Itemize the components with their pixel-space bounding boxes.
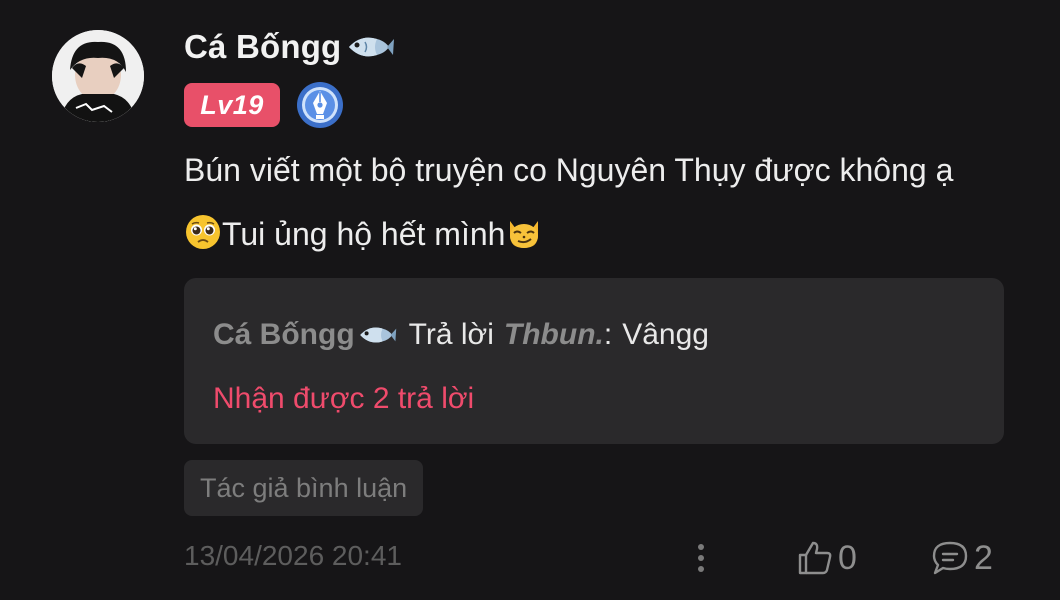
reply-preview[interactable]: Cá Bốngg Trả lời Thbun. : Vângg Nhận đượ… — [184, 278, 1004, 444]
reply-author[interactable]: Cá Bốngg — [213, 318, 355, 352]
reply-message: Vângg — [622, 318, 709, 351]
author-row: Cá Bốngg — [184, 24, 1004, 70]
reply-colon: : — [603, 318, 613, 351]
comment-content: Cá Bốngg Lv19 Bún viết một bộ truyện co … — [184, 24, 1004, 266]
pleading-face-emoji-icon — [186, 215, 220, 249]
smirking-cat-emoji-icon — [510, 221, 539, 248]
comment-text-part1: Bún viết một bộ truyện co Nguyên Thụy đư… — [184, 152, 954, 188]
thumbs-up-icon — [798, 541, 832, 575]
like-button[interactable]: 0 — [796, 536, 857, 580]
view-replies-link[interactable]: Nhận được 2 trả lời — [213, 382, 474, 416]
fish-emoji-icon — [359, 327, 396, 343]
reply-target-user[interactable]: Thbun. — [504, 318, 604, 352]
comment-text-part2: Tui ủng hộ hết mình — [222, 216, 506, 252]
author-comment-tag: Tác giả bình luận — [184, 460, 424, 516]
badge-row: Lv19 — [184, 82, 1004, 128]
reply-verb: Trả lời — [408, 318, 494, 351]
author-name[interactable]: Cá Bốngg — [184, 28, 341, 66]
avatar[interactable] — [52, 30, 144, 122]
level-badge: Lv19 — [184, 83, 280, 127]
reply-count: 2 — [974, 538, 993, 577]
like-count: 0 — [838, 538, 857, 577]
reply-button[interactable]: 2 — [930, 536, 993, 580]
reply-preview-line: Cá Bốngg Trả lời Thbun. : Vângg — [213, 318, 709, 352]
pen-nib-badge-icon — [297, 82, 343, 128]
avatar-photo — [52, 30, 144, 122]
comment-bubble-icon — [932, 541, 968, 575]
timestamp: 13/04/2026 20:41 — [184, 540, 402, 571]
more-vertical-icon — [698, 544, 704, 572]
more-options-button[interactable] — [688, 540, 714, 576]
comment-text: Bún viết một bộ truyện co Nguyên Thụy đư… — [184, 138, 984, 266]
fish-emoji-icon — [349, 37, 395, 57]
